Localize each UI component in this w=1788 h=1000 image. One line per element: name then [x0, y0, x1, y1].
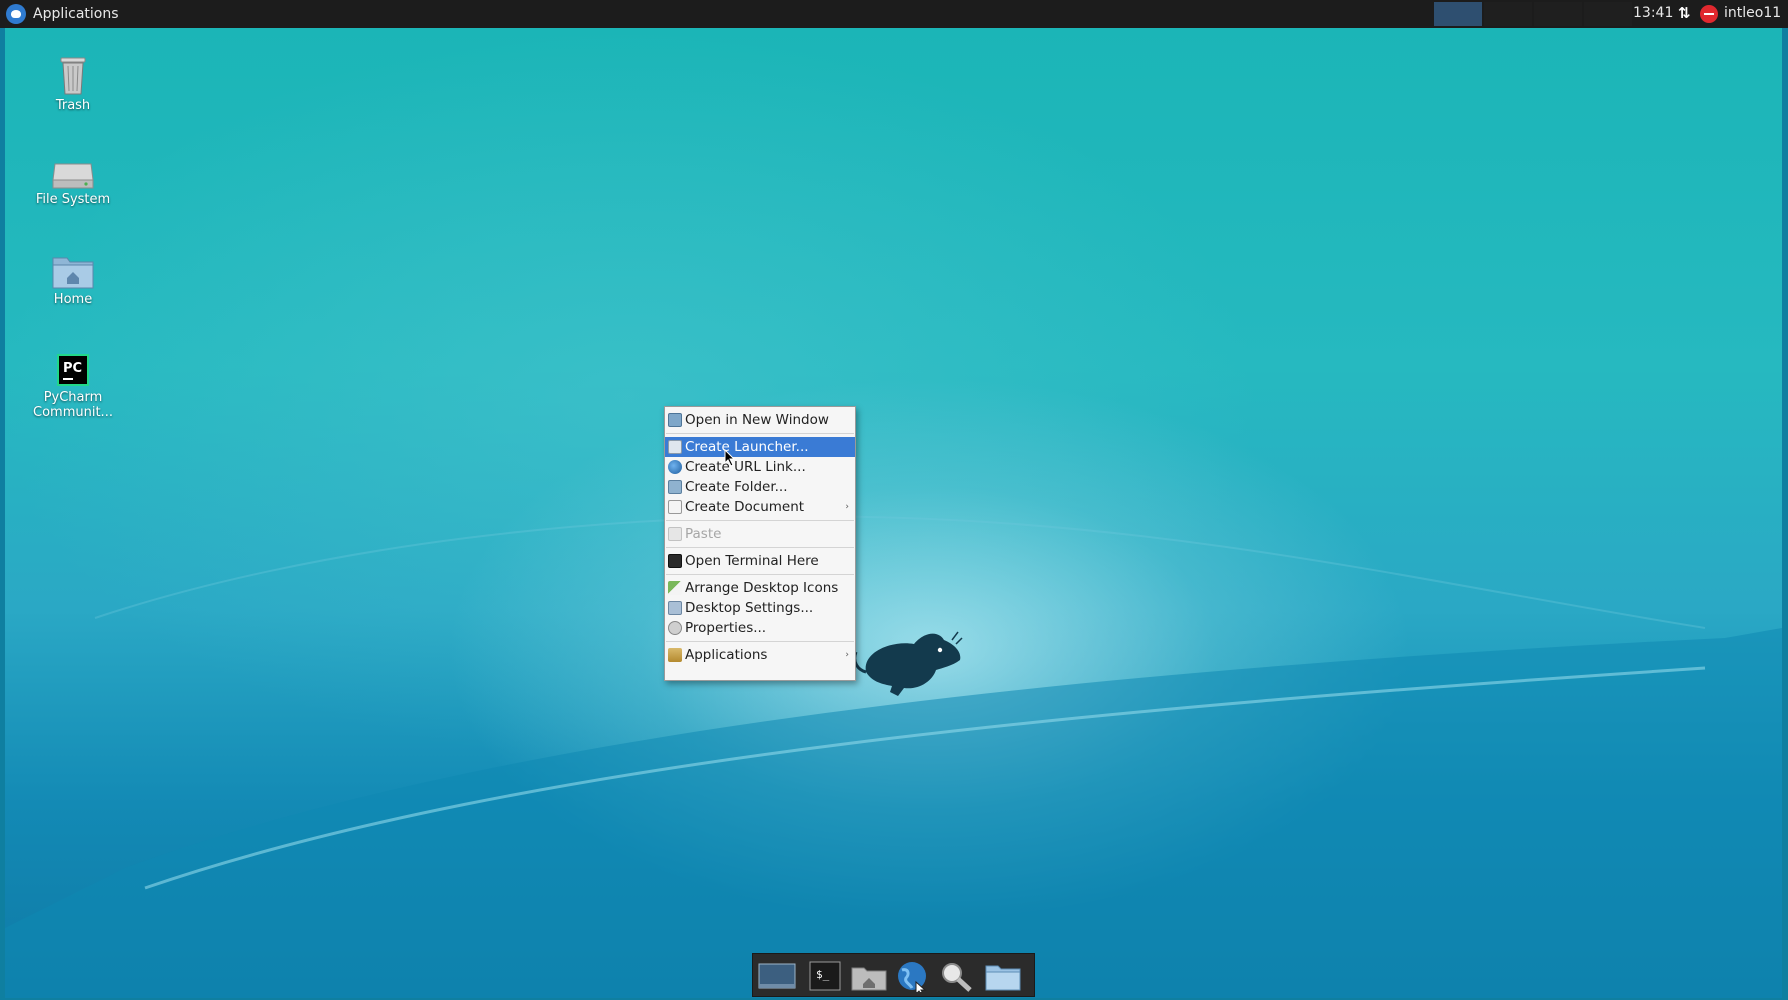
- menu-item-create-folder[interactable]: Create Folder...: [665, 477, 855, 497]
- desktop[interactable]: [5, 28, 1782, 998]
- menu-item-create-document[interactable]: Create Document ›: [665, 497, 855, 517]
- menu-item-label: Open Terminal Here: [685, 553, 819, 569]
- menu-item-label: Create Document: [685, 499, 805, 515]
- menu-separator: [666, 547, 854, 548]
- launcher-icon: [668, 440, 682, 454]
- menu-item-label: Desktop Settings...: [685, 600, 814, 616]
- desktop-icon-label: File System: [35, 192, 111, 207]
- menu-item-open-terminal-here[interactable]: Open Terminal Here: [665, 551, 855, 571]
- properties-icon: [668, 621, 682, 635]
- svg-text:PC: PC: [63, 361, 82, 376]
- menu-separator: [666, 520, 854, 521]
- workspace-3[interactable]: [1534, 2, 1582, 26]
- menu-item-label: Applications: [685, 647, 768, 663]
- arrange-icon: [668, 581, 682, 595]
- desktop-icon-file-system[interactable]: File System: [18, 154, 128, 207]
- menu-item-properties[interactable]: Properties...: [665, 618, 855, 638]
- menu-item-label: Arrange Desktop Icons: [685, 580, 839, 596]
- network-icon[interactable]: ⇅: [1678, 4, 1691, 22]
- trash-icon: [60, 57, 86, 95]
- applications-menu-button[interactable]: Applications: [6, 0, 119, 28]
- menu-item-label: Open in New Window: [685, 412, 829, 428]
- pycharm-icon: PC: [57, 354, 89, 386]
- clock[interactable]: 13:41: [1633, 5, 1673, 21]
- desktop-icon-label: Trash: [55, 98, 91, 113]
- globe-icon: [668, 460, 682, 474]
- dock-item-search[interactable]: [937, 960, 975, 992]
- terminal-prompt: $_: [816, 968, 830, 981]
- dock-item-web-browser[interactable]: [894, 960, 932, 997]
- user-menu[interactable]: intleo11: [1724, 5, 1781, 21]
- do-not-disturb-icon[interactable]: [1700, 5, 1718, 23]
- menu-item-create-url-link[interactable]: Create URL Link...: [665, 457, 855, 477]
- drive-icon: [52, 163, 94, 189]
- desktop-context-menu: Open in New Window Create Launcher... Cr…: [664, 406, 856, 681]
- menu-item-desktop-settings[interactable]: Desktop Settings...: [665, 598, 855, 618]
- home-folder-icon: [851, 967, 887, 991]
- menu-item-paste[interactable]: Paste: [665, 524, 855, 544]
- dock-item-terminal[interactable]: $_: [807, 960, 845, 992]
- dock-item-show-desktop[interactable]: [758, 960, 796, 992]
- desktop-icon-label: Home: [53, 292, 93, 307]
- document-new-icon: [668, 500, 682, 514]
- folder-new-icon: [668, 480, 682, 494]
- desktop-icon-label: PyCharm Communit...: [33, 390, 113, 420]
- menu-item-label: Properties...: [685, 620, 767, 636]
- applications-icon: [668, 648, 682, 662]
- menu-item-label: Create URL Link...: [685, 459, 806, 475]
- home-folder-icon: [52, 257, 94, 289]
- desktop-icon-home[interactable]: Home: [18, 252, 128, 307]
- dock: $_: [752, 953, 1035, 997]
- applications-menu-label: Applications: [33, 6, 119, 22]
- workspace-1[interactable]: [1434, 2, 1482, 26]
- terminal-icon: [668, 554, 682, 568]
- window-icon: [668, 413, 682, 427]
- dock-item-file-manager[interactable]: [984, 960, 1022, 992]
- submenu-arrow-icon: ›: [845, 502, 849, 512]
- menu-item-open-in-new-window[interactable]: Open in New Window: [665, 410, 855, 430]
- menu-item-applications[interactable]: Applications ›: [665, 645, 855, 665]
- menu-separator: [666, 574, 854, 575]
- menu-item-label: Create Launcher...: [685, 439, 809, 455]
- mouse-pointer-icon: [724, 449, 736, 467]
- xfce-logo-icon: [6, 4, 26, 24]
- folder-icon: [985, 965, 1021, 991]
- top-panel: Applications 13:41 ⇅ intleo11: [0, 0, 1788, 28]
- workspace-4[interactable]: [1584, 2, 1632, 26]
- search-icon: [942, 963, 972, 992]
- menu-item-label: Create Folder...: [685, 479, 788, 495]
- web-browser-icon: [898, 962, 927, 997]
- dock-item-home[interactable]: [850, 960, 888, 992]
- menu-separator: [666, 641, 854, 642]
- settings-icon: [668, 601, 682, 615]
- submenu-arrow-icon: ›: [845, 650, 849, 660]
- show-desktop-icon: [758, 963, 796, 989]
- xfce-mouse-logo: [853, 631, 963, 696]
- menu-item-arrange-desktop-icons[interactable]: Arrange Desktop Icons: [665, 578, 855, 598]
- paste-icon: [668, 527, 682, 541]
- menu-item-create-launcher[interactable]: Create Launcher...: [665, 437, 855, 457]
- desktop-icon-pycharm[interactable]: PC PyCharm Communit...: [18, 352, 128, 420]
- menu-item-label: Paste: [685, 526, 722, 542]
- desktop-icon-trash[interactable]: Trash: [18, 52, 128, 113]
- menu-separator: [666, 433, 854, 434]
- wallpaper-waves: [5, 515, 1782, 998]
- workspace-2[interactable]: [1484, 2, 1532, 26]
